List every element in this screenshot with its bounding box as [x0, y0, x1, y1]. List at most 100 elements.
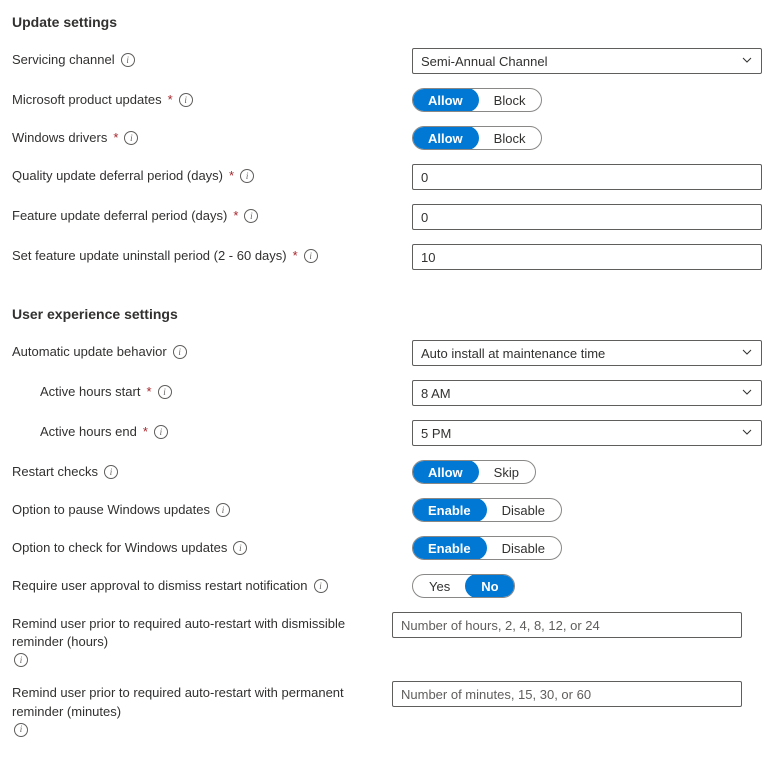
input-uninstall-period[interactable] [412, 244, 762, 270]
toggle-pause-updates[interactable]: Enable Disable [412, 498, 562, 522]
label-servicing-channel: Servicing channel i [12, 48, 412, 69]
label-text: Require user approval to dismiss restart… [12, 577, 308, 595]
label-text: Servicing channel [12, 51, 115, 69]
label-active-hours-start: Active hours start * i [12, 380, 412, 401]
label-uninstall-period: Set feature update uninstall period (2 -… [12, 244, 412, 265]
info-icon[interactable]: i [124, 131, 138, 145]
label-text: Microsoft product updates [12, 91, 162, 109]
label-pause-updates: Option to pause Windows updates i [12, 498, 412, 519]
row-remind-hours: Remind user prior to required auto-resta… [12, 612, 771, 667]
required-indicator: * [229, 167, 234, 185]
label-remind-minutes: Remind user prior to required auto-resta… [12, 681, 392, 736]
label-feature-deferral: Feature update deferral period (days) * … [12, 204, 412, 225]
label-text: Option to pause Windows updates [12, 501, 210, 519]
label-quality-deferral: Quality update deferral period (days) * … [12, 164, 412, 185]
label-text: Remind user prior to required auto-resta… [12, 615, 392, 651]
select-value: Semi-Annual Channel [421, 54, 547, 69]
toggle-option-disable[interactable]: Disable [486, 499, 561, 521]
info-icon[interactable]: i [240, 169, 254, 183]
label-text: Windows drivers [12, 129, 107, 147]
row-check-updates: Option to check for Windows updates i En… [12, 536, 771, 560]
input-feature-deferral[interactable] [412, 204, 762, 230]
label-text: Option to check for Windows updates [12, 539, 227, 557]
select-value: 8 AM [421, 386, 451, 401]
toggle-restart-checks[interactable]: Allow Skip [412, 460, 536, 484]
input-remind-hours[interactable] [392, 612, 742, 638]
row-auto-update-behavior: Automatic update behavior i Auto install… [12, 340, 771, 366]
toggle-option-allow[interactable]: Allow [412, 460, 479, 484]
row-active-hours-start: Active hours start * i 8 AM [12, 380, 771, 406]
row-quality-deferral: Quality update deferral period (days) * … [12, 164, 771, 190]
toggle-option-yes[interactable]: Yes [413, 575, 466, 597]
info-icon[interactable]: i [314, 579, 328, 593]
info-icon[interactable]: i [121, 53, 135, 67]
row-active-hours-end: Active hours end * i 5 PM [12, 420, 771, 446]
label-text: Active hours end [40, 423, 137, 441]
toggle-option-allow[interactable]: Allow [412, 88, 479, 112]
input-remind-minutes[interactable] [392, 681, 742, 707]
label-restart-checks: Restart checks i [12, 460, 412, 481]
row-remind-minutes: Remind user prior to required auto-resta… [12, 681, 771, 736]
label-auto-update-behavior: Automatic update behavior i [12, 340, 412, 361]
toggle-option-skip[interactable]: Skip [478, 461, 535, 483]
select-servicing-channel[interactable]: Semi-Annual Channel [412, 48, 762, 74]
toggle-option-allow[interactable]: Allow [412, 126, 479, 150]
input-quality-deferral[interactable] [412, 164, 762, 190]
select-active-hours-start[interactable]: 8 AM [412, 380, 762, 406]
section-header-update: Update settings [12, 14, 771, 30]
label-text: Remind user prior to required auto-resta… [12, 684, 392, 720]
label-check-updates: Option to check for Windows updates i [12, 536, 412, 557]
info-icon[interactable]: i [244, 209, 258, 223]
select-active-hours-end[interactable]: 5 PM [412, 420, 762, 446]
info-icon[interactable]: i [179, 93, 193, 107]
info-icon[interactable]: i [104, 465, 118, 479]
select-value: 5 PM [421, 426, 451, 441]
info-icon[interactable]: i [14, 723, 28, 737]
label-remind-hours: Remind user prior to required auto-resta… [12, 612, 392, 667]
toggle-option-enable[interactable]: Enable [412, 536, 487, 560]
label-text: Quality update deferral period (days) [12, 167, 223, 185]
label-text: Feature update deferral period (days) [12, 207, 227, 225]
label-ms-product-updates: Microsoft product updates * i [12, 88, 412, 109]
info-icon[interactable]: i [173, 345, 187, 359]
required-indicator: * [293, 247, 298, 265]
select-value: Auto install at maintenance time [421, 346, 605, 361]
label-text: Automatic update behavior [12, 343, 167, 361]
row-pause-updates: Option to pause Windows updates i Enable… [12, 498, 771, 522]
required-indicator: * [233, 207, 238, 225]
label-require-approval: Require user approval to dismiss restart… [12, 574, 412, 595]
info-icon[interactable]: i [154, 425, 168, 439]
toggle-option-enable[interactable]: Enable [412, 498, 487, 522]
section-header-ux: User experience settings [12, 306, 771, 322]
select-auto-update-behavior[interactable]: Auto install at maintenance time [412, 340, 762, 366]
label-text: Set feature update uninstall period (2 -… [12, 247, 287, 265]
info-icon[interactable]: i [233, 541, 247, 555]
row-feature-deferral: Feature update deferral period (days) * … [12, 204, 771, 230]
toggle-ms-product-updates[interactable]: Allow Block [412, 88, 542, 112]
chevron-down-icon [741, 346, 753, 361]
row-restart-checks: Restart checks i Allow Skip [12, 460, 771, 484]
toggle-option-disable[interactable]: Disable [486, 537, 561, 559]
row-require-approval: Require user approval to dismiss restart… [12, 574, 771, 598]
label-text: Active hours start [40, 383, 140, 401]
info-icon[interactable]: i [158, 385, 172, 399]
info-icon[interactable]: i [14, 653, 28, 667]
label-text: Restart checks [12, 463, 98, 481]
required-indicator: * [113, 129, 118, 147]
toggle-check-updates[interactable]: Enable Disable [412, 536, 562, 560]
chevron-down-icon [741, 426, 753, 441]
row-uninstall-period: Set feature update uninstall period (2 -… [12, 244, 771, 270]
chevron-down-icon [741, 54, 753, 69]
toggle-option-block[interactable]: Block [478, 127, 542, 149]
required-indicator: * [146, 383, 151, 401]
required-indicator: * [143, 423, 148, 441]
toggle-option-no[interactable]: No [465, 574, 514, 598]
info-icon[interactable]: i [216, 503, 230, 517]
toggle-require-approval[interactable]: Yes No [412, 574, 515, 598]
row-ms-product-updates: Microsoft product updates * i Allow Bloc… [12, 88, 771, 112]
toggle-windows-drivers[interactable]: Allow Block [412, 126, 542, 150]
required-indicator: * [168, 91, 173, 109]
row-servicing-channel: Servicing channel i Semi-Annual Channel [12, 48, 771, 74]
info-icon[interactable]: i [304, 249, 318, 263]
toggle-option-block[interactable]: Block [478, 89, 542, 111]
